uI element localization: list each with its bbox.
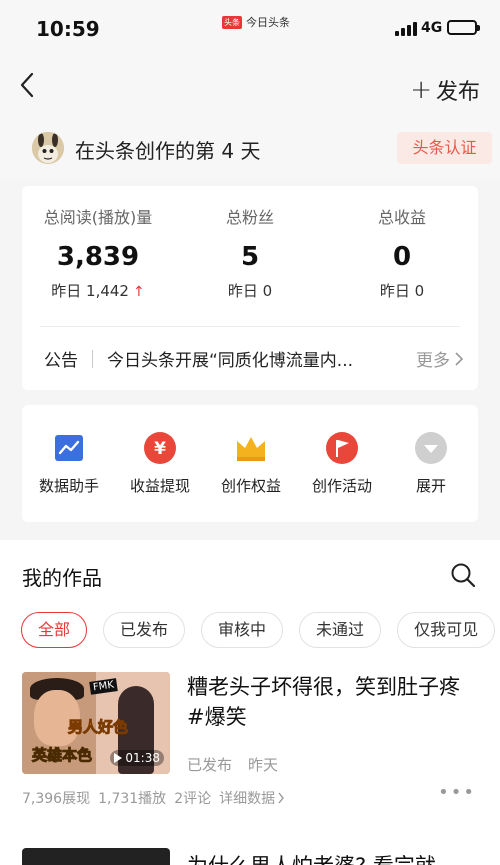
notice-text[interactable]: 今日头条开展“同质化博流量内... <box>107 346 416 371</box>
tool-expand[interactable]: 展开 <box>386 431 476 496</box>
filter-chip-all[interactable]: 全部 <box>21 612 88 648</box>
flag-icon <box>325 431 359 465</box>
filter-chip-private[interactable]: 仅我可见 <box>397 612 496 648</box>
chevron-right-icon <box>278 792 285 804</box>
comments-count: 2评论 <box>174 791 212 807</box>
trend-up-icon: ↑ <box>132 284 145 300</box>
filter-chip-reviewing[interactable]: 审核中 <box>201 612 284 648</box>
tool-label: 收益提现 <box>129 477 190 495</box>
tool-label: 展开 <box>415 477 446 495</box>
donkey-avatar-icon <box>32 132 64 164</box>
detail-label: 详细数据 <box>219 791 276 807</box>
publish-button[interactable]: + 发布 <box>410 74 480 106</box>
tool-activities[interactable]: 创作活动 <box>297 431 387 496</box>
tool-label: 创作活动 <box>311 477 372 495</box>
work-stats: 7,396展现 1,731播放 2评论 详细数据 <box>22 788 478 808</box>
notice-bar[interactable]: 公告 今日头条开展“同质化博流量内... 更多 <box>44 346 464 371</box>
video-thumbnail[interactable]: FMK 男人好色 英雄本色 01:38 <box>22 672 170 774</box>
divider <box>40 326 460 327</box>
tool-label: 创作权益 <box>220 477 281 495</box>
creator-row: 在头条创作的第 4 天 头条认证 <box>0 120 500 180</box>
work-status: 已发布 <box>187 756 233 774</box>
search-icon <box>451 563 476 588</box>
network-label: 4G <box>421 20 443 36</box>
plus-icon: + <box>410 75 432 105</box>
stat-value: 3,839 <box>56 242 140 272</box>
battery-icon <box>447 20 480 35</box>
thumbnail-caption: 男人好色 <box>67 718 129 737</box>
stat-value: 5 <box>240 242 260 272</box>
creator-days-text: 在头条创作的第 4 天 <box>75 139 261 163</box>
app-logo: 头条 <box>222 15 242 29</box>
avatar[interactable] <box>32 132 64 164</box>
video-thumbnail[interactable] <box>22 848 170 865</box>
svg-text:¥: ¥ <box>154 439 166 459</box>
tool-withdraw[interactable]: ¥ 收益提现 <box>115 431 205 496</box>
filter-tabs: 全部 已发布 审核中 未通过 仅我可见 <box>21 612 496 648</box>
work-meta: 已发布 昨天 <box>187 754 278 775</box>
stat-reads[interactable]: 总阅读(播放)量 3,839 昨日 1,442 ↑ <box>22 204 174 301</box>
notice-label: 公告 <box>44 351 78 371</box>
detail-data-link[interactable]: 详细数据 <box>219 788 285 808</box>
work-time: 昨天 <box>248 756 279 774</box>
back-button[interactable] <box>14 70 44 100</box>
video-duration: 01:38 <box>110 750 164 766</box>
tool-rights[interactable]: 创作权益 <box>206 431 296 496</box>
works-title: 我的作品 <box>22 566 102 590</box>
notification-indicator: 头条 今日头条 <box>222 14 290 30</box>
works-section: 我的作品 全部 已发布 审核中 未通过 仅我可见 FMK 男人好色 英雄本色 0… <box>0 540 500 865</box>
chart-icon <box>52 431 86 465</box>
stat-label: 总收益 <box>377 208 426 227</box>
stats-card: 总阅读(播放)量 3,839 昨日 1,442 ↑ 总粉丝 5 昨日 0 总收益 … <box>22 186 478 390</box>
chevron-right-icon <box>455 351 464 366</box>
publish-label: 发布 <box>435 80 480 105</box>
stat-yesterday: 昨日 0 <box>227 282 273 300</box>
chevron-left-icon <box>20 72 34 98</box>
clock: 10:59 <box>36 17 100 41</box>
more-label: 更多 <box>416 351 450 371</box>
search-button[interactable] <box>450 562 476 588</box>
signal-icon <box>395 22 417 36</box>
top-nav: + 发布 <box>0 56 500 120</box>
thumbnail-caption: 英雄本色 <box>31 746 93 765</box>
tool-data-assistant[interactable]: 数据助手 <box>24 431 114 496</box>
crown-icon <box>234 431 268 465</box>
status-bar: 10:59 头条 今日头条 4G <box>0 0 500 56</box>
stat-yesterday: 昨日 1,442 ↑ <box>51 282 145 300</box>
plays-count: 1,731播放 <box>98 791 167 807</box>
filter-chip-published[interactable]: 已发布 <box>103 612 186 648</box>
verify-button[interactable]: 头条认证 <box>397 132 492 164</box>
stat-yesterday: 昨日 0 <box>379 282 425 300</box>
work-title[interactable]: 糟老头子坏得很，笑到肚子疼#爆笑 <box>187 672 477 732</box>
stat-value: 0 <box>392 242 412 272</box>
tools-card: 数据助手 ¥ 收益提现 创作权益 创作活动 展开 <box>22 405 478 522</box>
divider <box>92 349 93 368</box>
impressions-count: 7,396展现 <box>22 791 91 807</box>
stat-label: 总阅读(播放)量 <box>43 208 153 227</box>
yuan-icon: ¥ <box>143 431 177 465</box>
expand-icon <box>414 431 448 465</box>
more-options-icon[interactable]: ••• <box>438 782 476 803</box>
notification-app-name: 今日头条 <box>246 16 290 29</box>
notice-more-link[interactable]: 更多 <box>416 346 464 371</box>
stat-fans[interactable]: 总粉丝 5 昨日 0 <box>174 204 326 301</box>
work-title[interactable]: 为什么男人怕老婆? 看完就 <box>187 850 436 865</box>
stat-income[interactable]: 总收益 0 昨日 0 <box>326 204 478 301</box>
filter-chip-rejected[interactable]: 未通过 <box>299 612 382 648</box>
play-icon <box>114 753 123 763</box>
tool-label: 数据助手 <box>38 477 99 495</box>
stat-label: 总粉丝 <box>225 208 274 227</box>
